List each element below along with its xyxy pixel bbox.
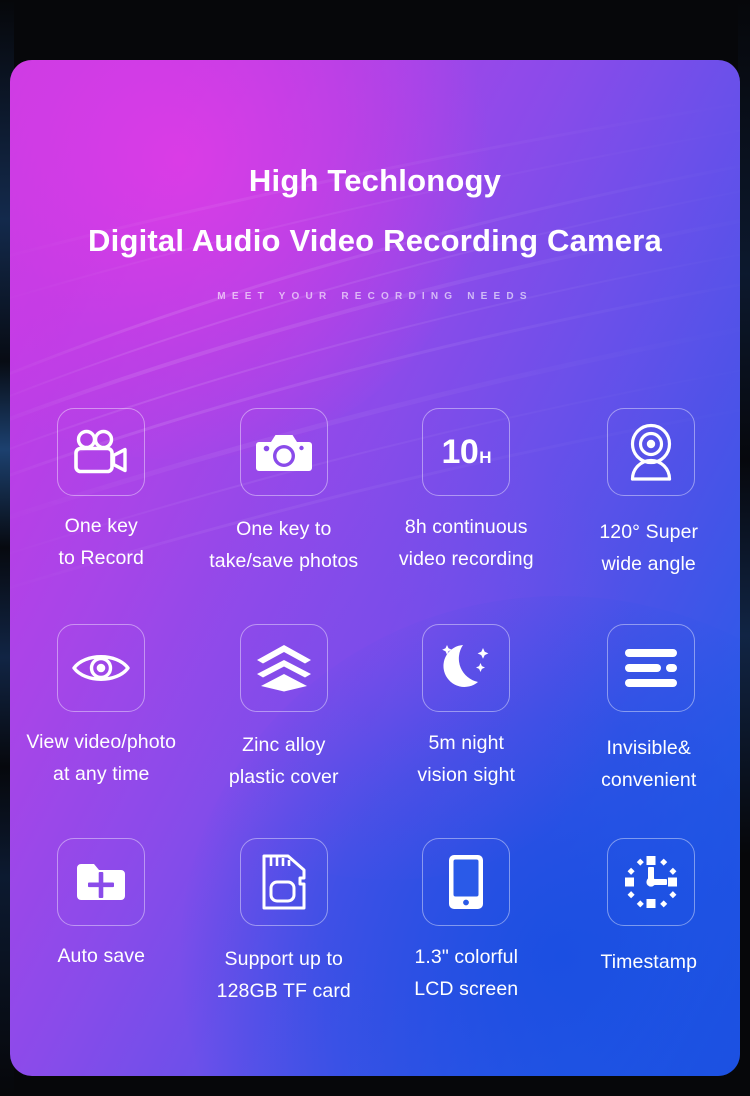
feature-caption: 1.3" colorful LCD screen xyxy=(414,946,519,1000)
headline-primary: High Techlonogy xyxy=(248,163,502,198)
hours-value: 10 xyxy=(441,433,479,471)
layers-icon xyxy=(256,645,311,692)
feature-icon-tile: 10 H xyxy=(422,408,511,496)
feature-item-view-anytime: View video/photo at any time xyxy=(10,624,193,838)
feature-caption: 5m night vision sight xyxy=(417,732,516,786)
headline-block: High Techlonogy Digital Audio Video Reco… xyxy=(10,163,740,303)
feature-item-lcd-screen: 1.3" colorful LCD screen xyxy=(375,838,558,1052)
feature-card: High Techlonogy Digital Audio Video Reco… xyxy=(10,60,740,1076)
smartphone-screen-icon xyxy=(449,855,484,909)
feature-caption: 8h continuous video recording xyxy=(398,516,534,570)
video-camera-icon xyxy=(74,429,127,474)
feature-item-invisible-convenient: Invisible& convenient xyxy=(558,624,741,838)
feature-icon-tile xyxy=(239,624,328,712)
feature-caption: One key to take/save photos xyxy=(209,518,359,572)
feature-item-timestamp: Timestamp xyxy=(558,838,741,1052)
list-lines-icon xyxy=(624,649,677,687)
hours-unit: H xyxy=(479,448,492,467)
feature-item-night-vision: 5m night vision sight xyxy=(375,624,558,838)
eye-icon xyxy=(72,655,130,681)
moon-stars-icon xyxy=(442,645,489,687)
feature-item-one-key-to-record: One key to Record xyxy=(10,408,193,624)
feature-grid: One key to Record One key to take/save p… xyxy=(10,408,740,1052)
feature-icon-tile xyxy=(606,838,695,926)
feature-item-wide-angle: 120° Super wide angle xyxy=(558,408,741,624)
feature-caption: One key to Record xyxy=(58,515,144,569)
feature-item-continuous-recording: 10 H 8h continuous video recording xyxy=(375,408,558,624)
feature-caption: Auto save xyxy=(57,945,146,967)
sd-card-icon xyxy=(262,854,306,910)
headline-secondary: Digital Audio Video Recording Camera xyxy=(88,223,662,259)
feature-icon-tile xyxy=(57,624,146,712)
photo-camera-icon xyxy=(255,435,312,471)
feature-icon-tile xyxy=(422,624,511,712)
feature-icon-tile xyxy=(606,624,695,712)
feature-icon-tile xyxy=(422,838,511,926)
feature-caption: 120° Super wide angle xyxy=(599,521,699,575)
feature-caption: View video/photo at any time xyxy=(26,731,177,785)
webcam-icon xyxy=(630,423,671,481)
folder-plus-icon xyxy=(77,864,126,900)
feature-item-one-key-photos: One key to take/save photos xyxy=(193,408,376,624)
feature-caption: Zinc alloy plastic cover xyxy=(228,734,339,788)
feature-icon-tile xyxy=(239,408,328,496)
feature-item-tf-card: Support up to 128GB TF card xyxy=(193,838,376,1052)
feature-icon-tile xyxy=(606,408,695,496)
feature-icon-tile xyxy=(239,838,328,926)
headline-subtitle: MEET YOUR RECORDING NEEDS xyxy=(217,291,533,303)
feature-icon-tile xyxy=(57,838,146,926)
feature-item-auto-save: Auto save xyxy=(10,838,193,1052)
clock-timestamp-icon xyxy=(624,856,677,908)
feature-item-zinc-alloy: Zinc alloy plastic cover xyxy=(193,624,376,838)
battery-hours-text-icon: 10 H xyxy=(441,435,491,469)
infographic-stage: High Techlonogy Digital Audio Video Reco… xyxy=(0,0,750,1096)
feature-caption: Timestamp xyxy=(600,951,698,973)
feature-caption: Invisible& convenient xyxy=(601,737,697,791)
feature-icon-tile xyxy=(57,408,146,496)
feature-caption: Support up to 128GB TF card xyxy=(216,948,351,1002)
